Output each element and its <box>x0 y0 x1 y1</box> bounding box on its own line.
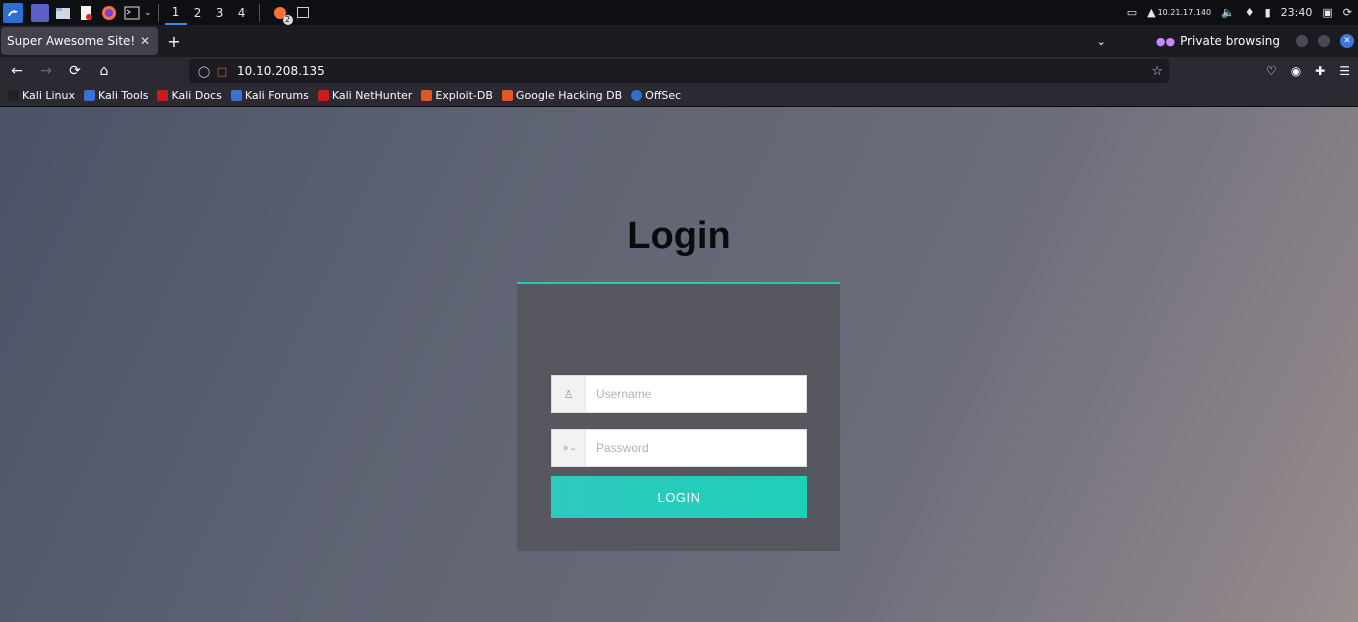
exploit-db-icon <box>421 90 433 101</box>
bookmark-kali-nethunter[interactable]: Kali NetHunter <box>317 89 413 102</box>
firefox-window-icon[interactable]: 2 <box>271 4 293 25</box>
offsec-icon <box>631 90 643 101</box>
kali-forums-icon <box>230 90 242 101</box>
taskbar-separator <box>157 3 159 22</box>
screen-icon[interactable]: ▭ <box>1127 6 1137 19</box>
bookmark-star-icon[interactable]: ☆ <box>1151 64 1163 79</box>
taskbar-separator <box>258 3 260 22</box>
tab-super-awesome-site[interactable]: Super Awesome Site! ✕ <box>1 27 158 55</box>
vpn-icon[interactable]: ▲ <box>1147 6 1155 19</box>
key-icon: ⚬– <box>552 430 586 466</box>
google-hacking-db-icon <box>501 90 513 101</box>
workspace-1[interactable]: 1 <box>164 0 187 25</box>
password-field[interactable]: ⚬– Password <box>551 429 807 467</box>
maximize-button[interactable] <box>1318 35 1330 47</box>
list-all-tabs-icon[interactable]: ⌄ <box>1097 35 1106 48</box>
bookmark-google-hacking-db[interactable]: Google Hacking DB <box>501 89 623 102</box>
terminal-icon[interactable] <box>123 4 141 22</box>
bookmark-kali-forums[interactable]: Kali Forums <box>230 89 309 102</box>
lock-icon[interactable]: ▣ <box>1322 6 1332 19</box>
login-button[interactable]: LOGIN <box>551 476 807 518</box>
tab-title: Super Awesome Site! <box>7 34 136 48</box>
bookmark-label: Kali Tools <box>98 89 149 102</box>
kali-docs-icon <box>157 90 169 101</box>
chevron-down-icon[interactable]: ⌄ <box>144 8 152 18</box>
clock[interactable]: 23:40 <box>1281 6 1313 19</box>
volume-icon[interactable]: 🔈 <box>1221 6 1235 19</box>
close-tab-icon[interactable]: ✕ <box>138 34 152 48</box>
notifications-icon[interactable]: ♦ <box>1245 6 1255 19</box>
terminal-window-icon[interactable] <box>294 4 312 22</box>
workspace-4[interactable]: 4 <box>231 0 253 25</box>
site-info-lock-icon[interactable]: □ <box>213 65 231 78</box>
navigation-toolbar: ← → ⟳ ⌂ ◯ □ 10.10.208.135 ☆ ♡ ◉ ✚ ☰ <box>0 57 1358 85</box>
home-button[interactable]: ⌂ <box>91 58 117 84</box>
forward-button[interactable]: → <box>33 58 59 84</box>
firefox-icon[interactable] <box>100 4 118 22</box>
shield-icon[interactable]: ◯ <box>195 65 213 78</box>
minimize-button[interactable] <box>1296 35 1308 47</box>
bookmark-label: Kali Forums <box>244 89 309 102</box>
user-icon: ♙ <box>552 376 586 412</box>
bookmark-label: Google Hacking DB <box>515 89 623 102</box>
workspace-2[interactable]: 2 <box>187 0 209 25</box>
new-tab-button[interactable]: + <box>160 32 188 51</box>
url-bar[interactable]: ◯ □ 10.10.208.135 ☆ <box>189 59 1169 83</box>
pocket-icon[interactable]: ♡ <box>1266 64 1277 78</box>
private-mask-icon: ●● <box>1155 34 1176 48</box>
bookmark-label: Kali NetHunter <box>331 89 413 102</box>
bookmarks-toolbar: Kali Linux Kali Tools Kali Docs Kali For… <box>0 85 1358 107</box>
kali-menu-icon[interactable] <box>3 2 23 23</box>
battery-icon[interactable]: ▮ <box>1265 6 1271 19</box>
username-field[interactable]: ♙ Username <box>551 375 807 413</box>
kali-tools-icon <box>84 90 96 101</box>
back-button[interactable]: ← <box>4 58 30 84</box>
login-form-card: ♙ Username ⚬– Password LOGIN <box>517 282 840 551</box>
bookmark-label: Exploit-DB <box>435 89 493 102</box>
file-manager-icon[interactable] <box>54 4 72 22</box>
url-text[interactable]: 10.10.208.135 <box>237 64 325 78</box>
extensions-icon[interactable]: ✚ <box>1315 64 1325 78</box>
window-count-badge: 2 <box>282 14 293 25</box>
desktop-icon[interactable] <box>31 3 49 22</box>
workspace-3[interactable]: 3 <box>209 0 231 25</box>
web-page-content: Login ♙ Username ⚬– Password LOGIN <box>0 107 1358 622</box>
account-icon[interactable]: ◉ <box>1291 64 1301 78</box>
bookmark-kali-docs[interactable]: Kali Docs <box>157 89 222 102</box>
toolbar-right: ♡ ◉ ✚ ☰ <box>1266 57 1350 85</box>
page-title: Login <box>627 215 731 257</box>
bookmark-label: Kali Linux <box>22 89 76 102</box>
bookmark-kali-tools[interactable]: Kali Tools <box>84 89 148 102</box>
vpn-ip: 10.21.17.140 <box>1157 8 1212 17</box>
bookmark-exploit-db[interactable]: Exploit-DB <box>421 89 493 102</box>
bookmark-kali-linux[interactable]: Kali Linux <box>8 89 75 102</box>
text-editor-icon[interactable] <box>77 4 95 22</box>
kali-nethunter-icon <box>317 90 329 101</box>
tab-bar-right: ⌄ ●● Private browsing ✕ <box>1097 25 1354 57</box>
menu-icon[interactable]: ☰ <box>1339 64 1350 78</box>
private-browsing-label: Private browsing <box>1180 34 1280 48</box>
system-taskbar: ⌄ 1 2 3 4 2 ▭ ▲ 10.21.17.140 🔈 ♦ ▮ 23:40… <box>0 0 1358 25</box>
reload-button[interactable]: ⟳ <box>62 58 88 84</box>
bookmark-label: OffSec <box>645 89 682 102</box>
bookmark-label: Kali Docs <box>171 89 222 102</box>
password-input[interactable]: Password <box>586 430 806 466</box>
tab-bar: Super Awesome Site! ✕ + ⌄ ●● Private bro… <box>0 25 1358 57</box>
bookmark-offsec[interactable]: OffSec <box>631 89 681 102</box>
private-browsing-indicator: ●● Private browsing <box>1156 34 1280 48</box>
power-icon[interactable]: ⟳ <box>1343 6 1352 19</box>
close-window-button[interactable]: ✕ <box>1340 34 1354 48</box>
kali-linux-icon <box>8 90 19 101</box>
system-tray: ▭ ▲ 10.21.17.140 🔈 ♦ ▮ 23:40 ▣ ⟳ <box>1127 0 1352 25</box>
username-input[interactable]: Username <box>586 376 806 412</box>
